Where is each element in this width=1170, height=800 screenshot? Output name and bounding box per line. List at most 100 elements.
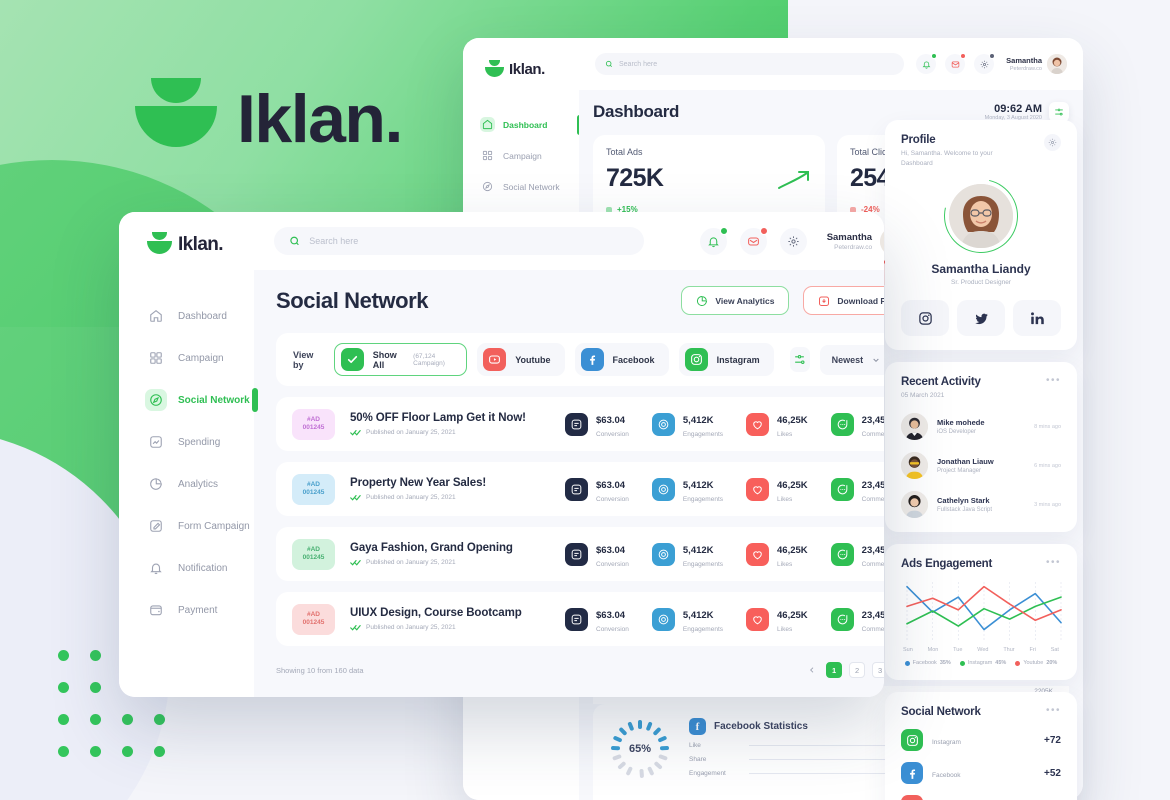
filter-chip-show-all[interactable]: Show All (67,124 Campaign) bbox=[333, 343, 468, 376]
table-row[interactable]: #AD 001245 Gaya Fashion, Grand Opening P… bbox=[276, 527, 884, 581]
filter-bar: View by Show All (67,124 Campaign) Youtu… bbox=[276, 333, 884, 386]
metric-value: 46,25K bbox=[777, 480, 808, 491]
sidebar-item-analytics[interactable]: Analytics bbox=[119, 463, 254, 505]
profile-settings-button[interactable] bbox=[1044, 134, 1061, 151]
sidebar-item-social-network[interactable]: Social Network bbox=[463, 171, 579, 202]
metric-engagements: 5,412K Engagements bbox=[651, 540, 723, 568]
ad-title: 50% OFF Floor Lamp Get it Now! bbox=[350, 412, 526, 424]
sort-select[interactable]: Newest bbox=[819, 344, 884, 375]
filter-chip-instagram[interactable]: Instagram bbox=[678, 343, 774, 376]
settings-button[interactable] bbox=[974, 53, 996, 74]
target-icon bbox=[651, 477, 675, 501]
search-icon bbox=[605, 60, 612, 67]
page-button-1[interactable]: 1 bbox=[826, 662, 843, 678]
ad-id-tag: #AD 001245 bbox=[292, 473, 335, 505]
activity-time: 3 mins ago bbox=[1034, 501, 1061, 508]
chart-box-icon bbox=[145, 431, 167, 453]
sidebar-item-spending[interactable]: Spending bbox=[119, 421, 254, 463]
legend-item-facebook: Facebook 35% bbox=[904, 660, 951, 666]
messages-button[interactable] bbox=[945, 53, 967, 74]
profile-avatar bbox=[930, 165, 1032, 268]
ad-id-number: 001245 bbox=[302, 554, 325, 561]
instagram-icon bbox=[918, 311, 932, 325]
page-button-2[interactable]: 2 bbox=[849, 662, 866, 678]
metric-conversion: $63.04 Conversion bbox=[565, 540, 629, 568]
sidebar-item-form-campaign[interactable]: Form Campaign bbox=[119, 505, 254, 547]
download-pdf-button[interactable]: Download Pdf bbox=[803, 286, 884, 315]
filter-chip-youtube[interactable]: Youtube bbox=[477, 343, 565, 376]
messages-badge bbox=[960, 53, 967, 59]
gear-icon bbox=[980, 60, 988, 68]
dashboard-filter-button[interactable] bbox=[1049, 102, 1069, 122]
comment-icon bbox=[830, 477, 854, 501]
download-pdf-label: Download Pdf bbox=[837, 295, 884, 306]
engagement-gauge: 65% bbox=[609, 718, 671, 780]
dashboard-logo[interactable]: Iklan. bbox=[463, 54, 579, 79]
sidebar-item-payment[interactable]: Payment bbox=[119, 589, 254, 631]
sidebar-item-dashboard[interactable]: Dashboard bbox=[119, 295, 254, 337]
list-item[interactable]: Jonathan Liauw Project Manager 6 mins ag… bbox=[901, 452, 1061, 480]
metric-label: Likes bbox=[777, 496, 793, 503]
user-handle: Peterdraw.co bbox=[1009, 65, 1042, 72]
metric-value: 23,457 bbox=[861, 545, 884, 556]
dashboard-user-menu[interactable]: Samantha Peterdraw.co bbox=[1006, 54, 1067, 74]
messages-button[interactable] bbox=[739, 226, 768, 255]
dashboard-search-placeholder: Search here bbox=[619, 60, 658, 68]
ticket-icon bbox=[565, 477, 588, 501]
list-item[interactable]: Mike mohede iOS Developer 8 mins ago bbox=[901, 413, 1061, 441]
recent-activity-menu-button[interactable]: ••• bbox=[1046, 376, 1061, 386]
metric-value: 23,457 bbox=[861, 415, 884, 426]
twitter-button[interactable] bbox=[957, 300, 1005, 337]
avatar[interactable] bbox=[880, 226, 884, 256]
list-item[interactable]: Cathelyn Stark Fullstack Java Script 3 m… bbox=[901, 491, 1061, 519]
ads-engagement-line-chart bbox=[906, 582, 1062, 641]
filter-chip-label: Instagram bbox=[716, 354, 760, 365]
pie-chart-icon bbox=[697, 295, 708, 306]
metric-comments: 23,457 Comments bbox=[830, 540, 884, 568]
metric-value: 46,25K bbox=[777, 610, 808, 621]
activity-time: 8 mins ago bbox=[1034, 423, 1061, 430]
notification-bell-button[interactable] bbox=[699, 226, 728, 255]
table-row[interactable]: #AD 001245 Property New Year Sales! Publ… bbox=[276, 462, 884, 516]
sidebar-item-notification[interactable]: Notification bbox=[119, 547, 254, 589]
sidebar-item-social-network[interactable]: Social Network bbox=[119, 379, 258, 421]
front-user-menu[interactable]: Samantha Peterdraw.co bbox=[827, 226, 884, 256]
comment-icon bbox=[830, 412, 854, 436]
notification-badge bbox=[719, 226, 728, 235]
settings-button[interactable] bbox=[779, 227, 807, 255]
recent-activity-title: Recent Activity bbox=[901, 376, 981, 389]
social-network-menu-button[interactable]: ••• bbox=[1046, 706, 1061, 716]
page-button-3[interactable]: 3 bbox=[872, 662, 884, 678]
iklan-logo-mark-icon bbox=[147, 232, 172, 257]
ads-engagement-menu-button[interactable]: ••• bbox=[1046, 558, 1061, 568]
notification-bell-button[interactable] bbox=[916, 53, 938, 74]
linkedin-button[interactable] bbox=[1013, 300, 1061, 337]
metric-comments: 23,457 Comments bbox=[830, 605, 884, 633]
view-analytics-button[interactable]: View Analytics bbox=[681, 286, 790, 315]
front-logo[interactable]: Iklan. bbox=[119, 232, 254, 257]
social-name: Instagram bbox=[932, 739, 961, 747]
instagram-button[interactable] bbox=[901, 300, 949, 337]
search-bar[interactable] bbox=[274, 227, 644, 255]
dashboard-search-input[interactable]: Search here bbox=[595, 53, 905, 75]
sidebar-item-dashboard[interactable]: Dashboard bbox=[463, 109, 582, 140]
filter-chip-facebook[interactable]: Facebook bbox=[574, 343, 669, 376]
avatar[interactable] bbox=[1047, 54, 1067, 74]
prev-page-button[interactable] bbox=[805, 663, 819, 677]
settings-badge bbox=[989, 53, 996, 59]
search-input[interactable] bbox=[309, 236, 629, 246]
table-row[interactable]: #AD 001245 UIUX Design, Course Bootcamp … bbox=[276, 592, 884, 646]
ad-id-number: 001245 bbox=[302, 489, 325, 496]
dashboard-wordmark: Iklan. bbox=[509, 61, 545, 78]
ad-id-prefix: #AD bbox=[306, 480, 320, 488]
gear-icon bbox=[788, 235, 799, 247]
social-name: Facebook bbox=[932, 772, 961, 780]
sidebar-item-label: Social Network bbox=[178, 394, 250, 406]
filter-chip-label: Facebook bbox=[612, 354, 655, 365]
sidebar-item-campaign[interactable]: Campaign bbox=[119, 337, 254, 379]
sort-icon[interactable] bbox=[789, 347, 810, 372]
ad-id-tag: #AD 001245 bbox=[292, 603, 335, 635]
ad-id-tag: #AD 001245 bbox=[292, 538, 335, 570]
table-row[interactable]: #AD 001245 50% OFF Floor Lamp Get it Now… bbox=[276, 397, 884, 451]
sidebar-item-campaign[interactable]: Campaign bbox=[463, 140, 579, 171]
